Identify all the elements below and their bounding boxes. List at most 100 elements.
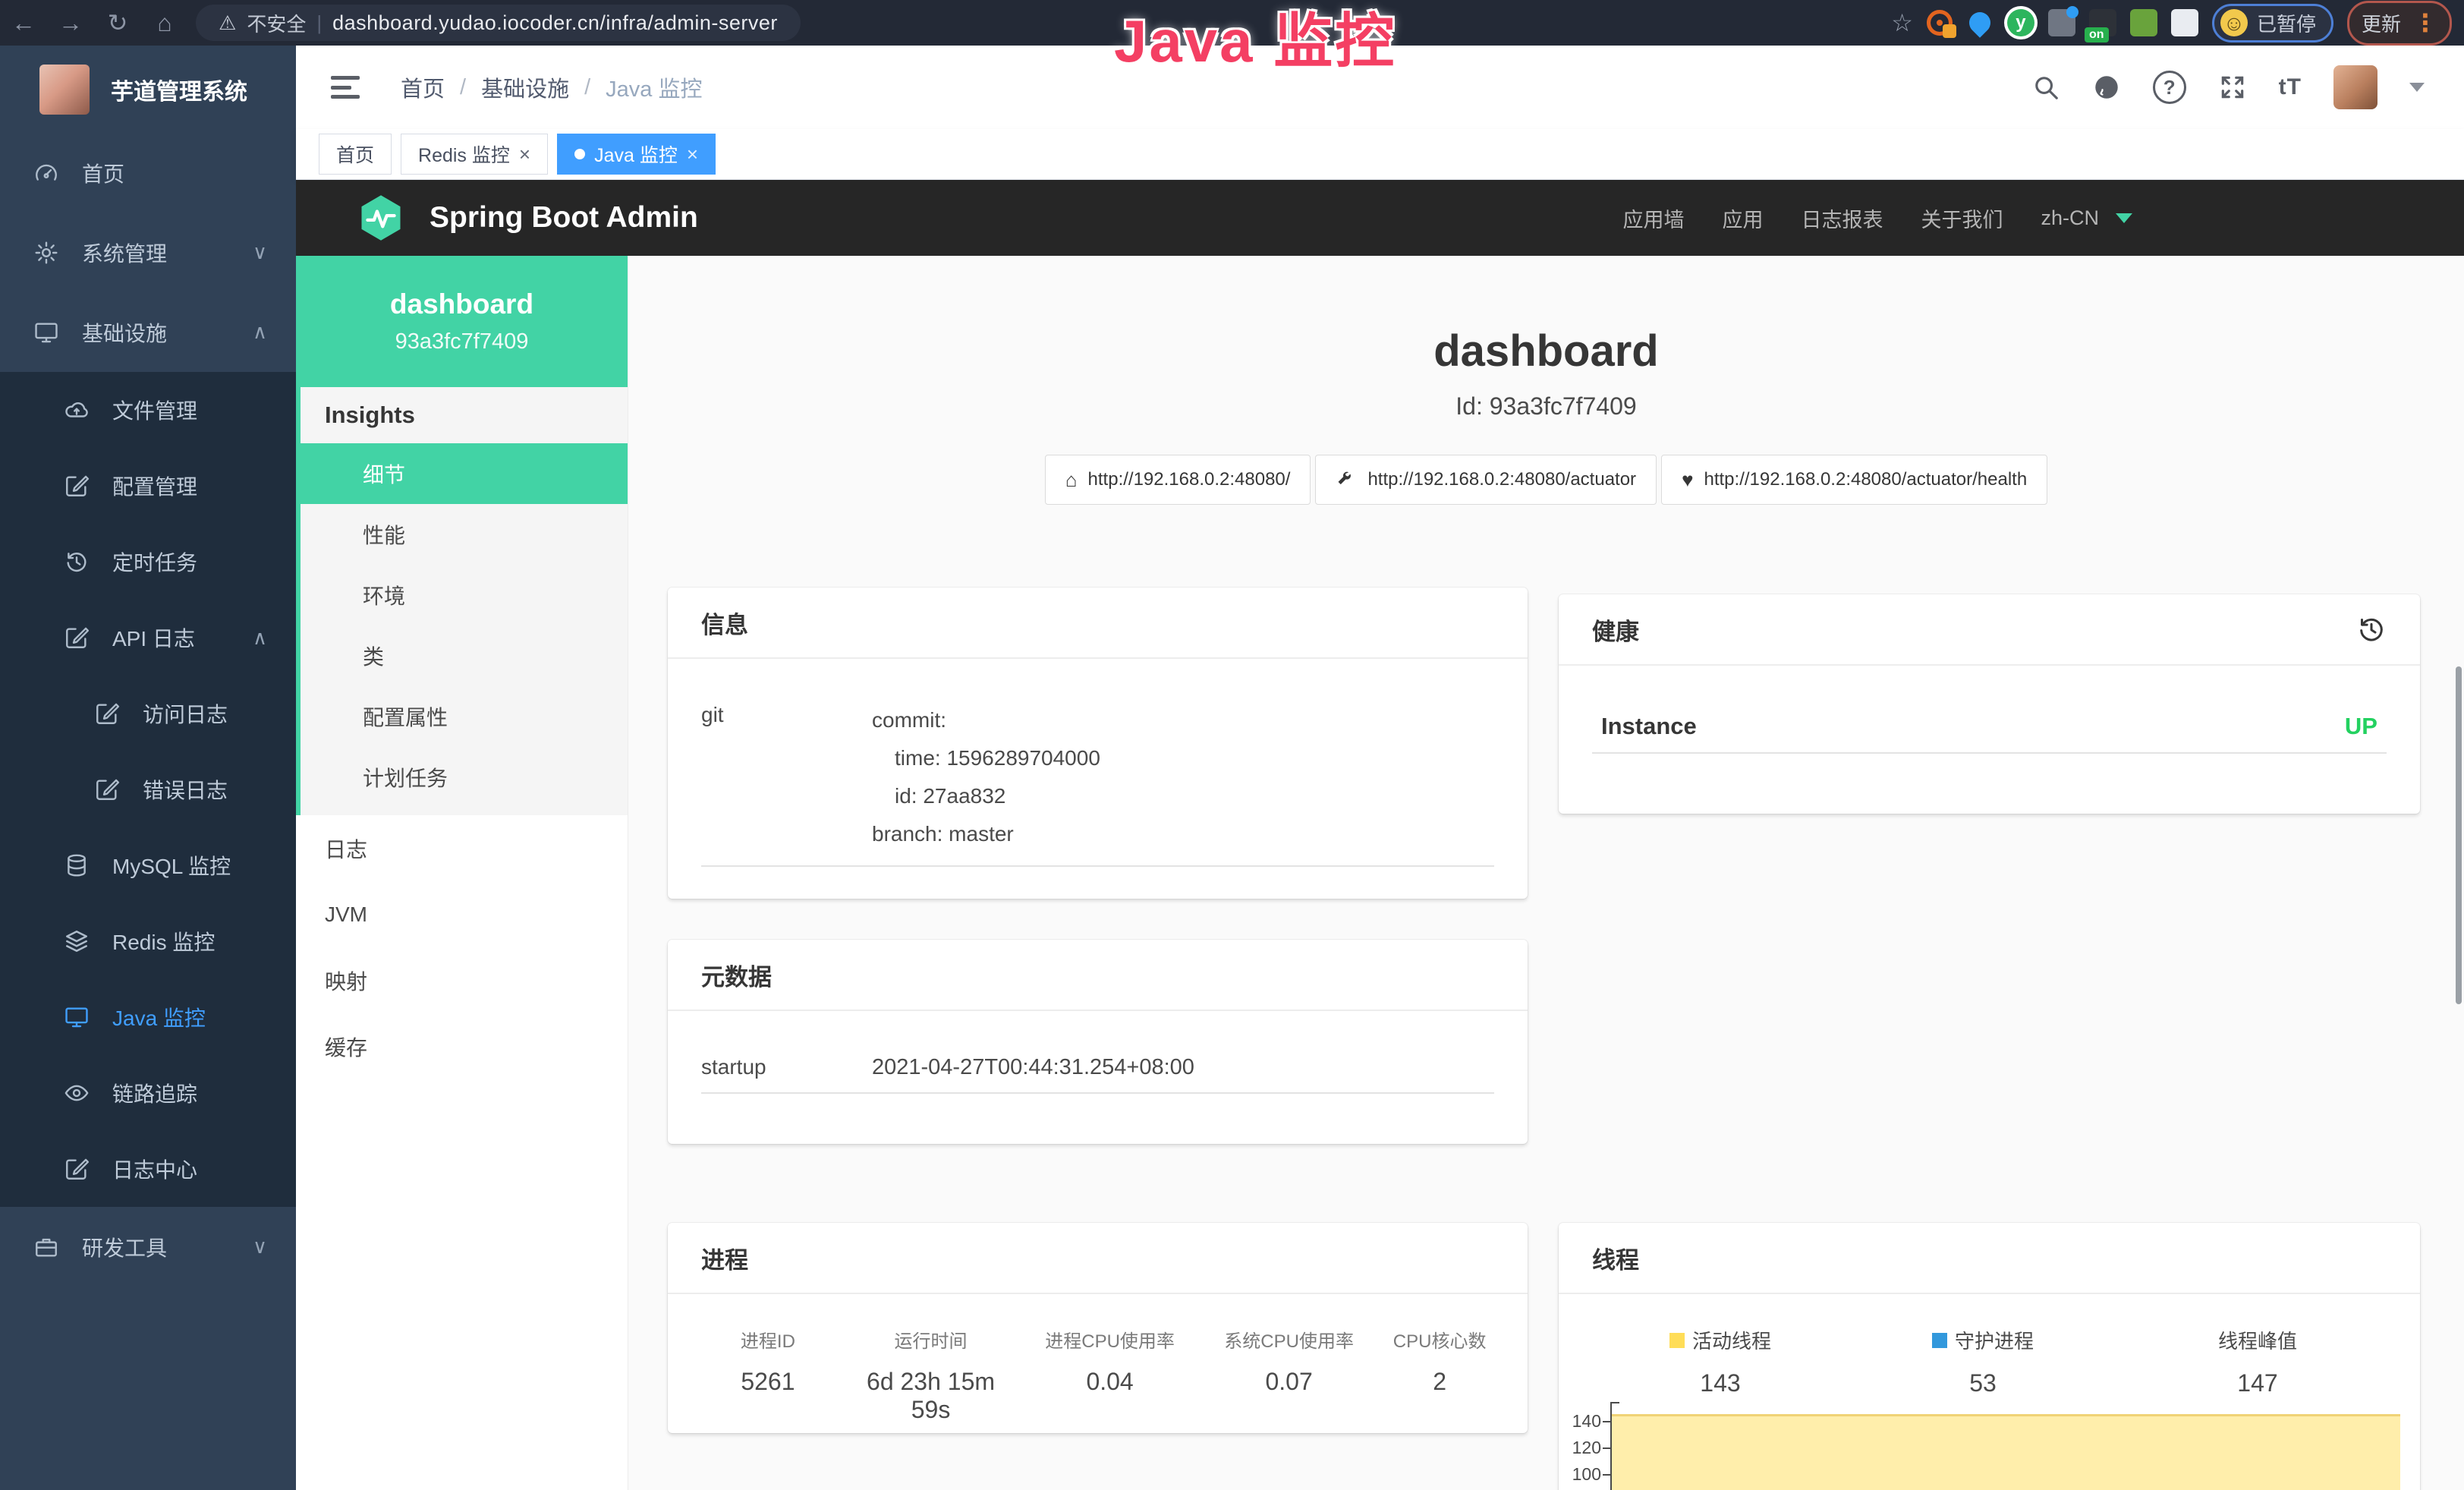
avatar-caret-icon[interactable]	[2409, 83, 2425, 92]
service-url-chip[interactable]: ⌂ http://192.168.0.2:48080/	[1045, 455, 1311, 505]
sidebar-item-home[interactable]: 首页	[0, 133, 296, 213]
y-tick-140: 140	[1559, 1411, 1601, 1432]
fullscreen-icon[interactable]	[2218, 73, 2247, 102]
sba-item-classes[interactable]: 类	[301, 625, 628, 686]
y-tick-mark	[1603, 1474, 1610, 1476]
sba-nav-applications[interactable]: 应用	[1722, 203, 1763, 233]
sidebar-item-dev-tools[interactable]: 研发工具 ∨	[0, 1207, 296, 1287]
sidebar-item-infra[interactable]: 基础设施 ∧	[0, 292, 296, 372]
sba-nav-journal[interactable]: 日志报表	[1801, 203, 1883, 233]
profile-emoji-icon: ☺	[2220, 9, 2248, 36]
legend-value: 143	[1700, 1369, 1740, 1397]
info-card: 信息 git commit: time: 1596289704000 id: 2…	[668, 587, 1528, 899]
profile-paused-chip[interactable]: ☺ 已暂停	[2212, 4, 2333, 43]
legend-daemon-threads: 守护进程 53	[1932, 1326, 2034, 1397]
sidebar-item-java-monitor[interactable]: Java 监控	[0, 979, 296, 1055]
val-system-cpu: 0.07	[1204, 1368, 1374, 1424]
sba-header: Spring Boot Admin 应用墙 应用 日志报表 关于我们 zh-CN	[296, 180, 2464, 256]
health-card: 健康 Instance UP	[1559, 594, 2420, 814]
address-bar[interactable]: ⚠ 不安全 | dashboard.yudao.iocoder.cn/infra…	[196, 5, 801, 41]
edit-icon	[64, 1156, 90, 1182]
extension-pin-icon[interactable]	[1965, 8, 1995, 38]
sba-item-details[interactable]: 细节	[296, 443, 628, 504]
help-icon[interactable]: ?	[2153, 71, 2186, 104]
close-icon[interactable]: ×	[687, 144, 698, 164]
browser-reload-icon[interactable]: ↻	[94, 8, 141, 37]
security-label[interactable]: 不安全	[247, 9, 306, 37]
instance-links: ⌂ http://192.168.0.2:48080/ http://192.1…	[628, 455, 2464, 505]
sidebar-item-label: 链路追踪	[112, 1078, 197, 1108]
search-icon[interactable]	[2031, 73, 2060, 102]
tab-java-monitor[interactable]: Java 监控 ×	[557, 134, 716, 175]
sidebar-item-file-manage[interactable]: 文件管理	[0, 372, 296, 448]
breadcrumb-home[interactable]: 首页	[401, 71, 445, 103]
page-url[interactable]: dashboard.yudao.iocoder.cn/infra/admin-s…	[332, 11, 778, 35]
chevron-up-icon: ∧	[253, 626, 267, 650]
browser-forward-icon[interactable]: →	[47, 9, 94, 37]
cloud-upload-icon	[64, 397, 90, 423]
sidebar-item-scheduled-jobs[interactable]: 定时任务	[0, 524, 296, 600]
address-divider: |	[316, 11, 322, 35]
page-title: dashboard	[628, 326, 2464, 376]
tab-home[interactable]: 首页	[319, 134, 392, 175]
sidebar-item-system[interactable]: 系统管理 ∨	[0, 213, 296, 292]
extensions-puzzle-icon[interactable]	[2171, 9, 2198, 36]
extension-grid-icon[interactable]	[2048, 9, 2075, 36]
sidebar-item-access-logs[interactable]: 访问日志	[0, 676, 296, 751]
legend-label: 活动线程	[1692, 1326, 1771, 1354]
y-tick-100: 100	[1559, 1464, 1601, 1485]
sidebar-item-label: Redis 监控	[112, 926, 215, 956]
sba-item-mappings[interactable]: 映射	[296, 947, 628, 1013]
sba-item-scheduled-tasks[interactable]: 计划任务	[301, 747, 628, 808]
sba-locale-select[interactable]: zh-CN	[2041, 206, 2099, 230]
sidebar-item-api-logs[interactable]: API 日志 ∧	[0, 600, 296, 676]
instance-header: dashboard 93a3fc7f7409	[296, 256, 628, 387]
health-url-chip[interactable]: ♥ http://192.168.0.2:48080/actuator/heal…	[1661, 455, 2047, 505]
sba-item-jvm[interactable]: JVM	[296, 881, 628, 947]
row-divider	[701, 1092, 1494, 1094]
bookmark-star-icon[interactable]: ☆	[1891, 8, 1913, 37]
sba-item-config-props[interactable]: 配置属性	[301, 686, 628, 747]
github-icon[interactable]	[2092, 73, 2121, 102]
close-icon[interactable]: ×	[519, 144, 530, 164]
threads-card-title: 线程	[1592, 1241, 1639, 1275]
extension-icon-1[interactable]	[1927, 10, 1953, 36]
sidebar-item-error-logs[interactable]: 错误日志	[0, 751, 296, 827]
health-history-icon[interactable]	[2356, 614, 2387, 644]
sidebar-item-mysql-monitor[interactable]: MySQL 监控	[0, 827, 296, 903]
paused-label: 已暂停	[2257, 9, 2316, 37]
health-instance-row[interactable]: Instance UP	[1559, 666, 2420, 740]
extension-list-icon[interactable]: on	[2089, 9, 2116, 36]
sidebar-item-log-center[interactable]: 日志中心	[0, 1131, 296, 1207]
update-chip[interactable]: 更新 ⋮	[2347, 1, 2452, 46]
avatar[interactable]	[2333, 65, 2377, 109]
tab-redis-monitor[interactable]: Redis 监控 ×	[401, 134, 548, 175]
font-size-icon[interactable]: tT	[2279, 74, 2302, 100]
sidebar-item-redis-monitor[interactable]: Redis 监控	[0, 903, 296, 979]
legend-value: 53	[1969, 1369, 1997, 1397]
breadcrumb-infra[interactable]: 基础设施	[481, 71, 569, 103]
browser-back-icon[interactable]: ←	[0, 9, 47, 37]
sba-item-caches[interactable]: 缓存	[296, 1013, 628, 1079]
sba-item-environment[interactable]: 环境	[301, 565, 628, 625]
insights-section-title[interactable]: Insights	[301, 387, 628, 443]
sba-nav: 应用墙 应用 日志报表 关于我们 zh-CN	[1622, 203, 2464, 233]
sba-item-metrics[interactable]: 性能	[301, 504, 628, 565]
hamburger-icon[interactable]	[331, 76, 360, 99]
process-card-title: 进程	[701, 1241, 748, 1275]
sidebar-item-config-manage[interactable]: 配置管理	[0, 448, 296, 524]
actuator-url-chip[interactable]: http://192.168.0.2:48080/actuator	[1315, 455, 1657, 505]
sidebar-item-label: Java 监控	[112, 1002, 206, 1032]
extension-green-icon[interactable]	[2130, 9, 2157, 36]
sba-nav-wallboard[interactable]: 应用墙	[1622, 203, 1684, 233]
extension-y-icon[interactable]: y	[2007, 9, 2034, 36]
sidebar-item-label: 定时任务	[112, 547, 197, 577]
browser-menu-icon[interactable]: ⋮	[2413, 13, 2437, 33]
extension-grid-dot	[2066, 6, 2079, 18]
sba-nav-about[interactable]: 关于我们	[1921, 203, 2003, 233]
sba-brand-title[interactable]: Spring Boot Admin	[430, 201, 698, 235]
scrollbar-thumb[interactable]	[2456, 666, 2462, 1004]
browser-home-icon[interactable]: ⌂	[141, 9, 188, 37]
sba-item-logs[interactable]: 日志	[296, 815, 628, 881]
sidebar-item-tracing[interactable]: 链路追踪	[0, 1055, 296, 1131]
